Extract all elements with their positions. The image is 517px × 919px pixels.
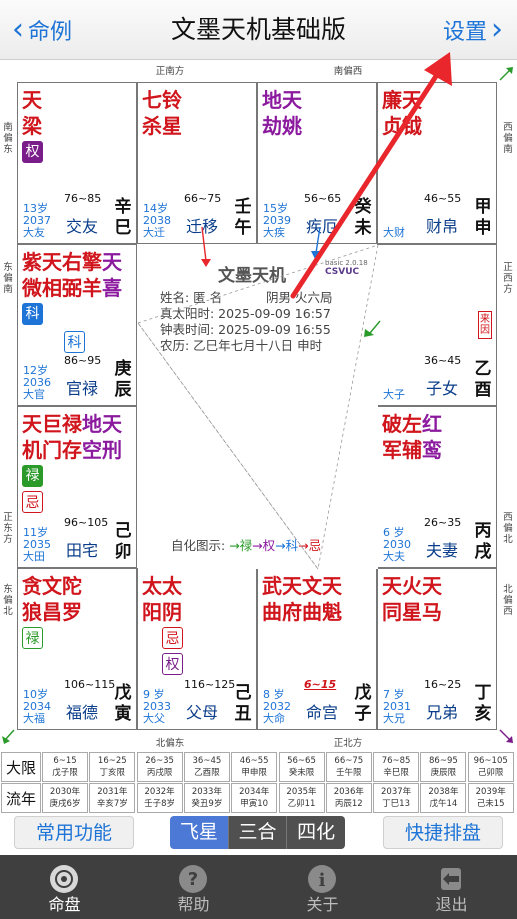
daxian-cell-line: 庚辰限	[430, 768, 457, 778]
daxian-cell-line: 26~35	[145, 756, 174, 766]
daxian-cell-line: 56~65	[287, 756, 316, 766]
daxian-cell-line: 乙酉限	[194, 768, 220, 778]
common-functions-button[interactable]: 常用功能	[14, 816, 134, 849]
daxian-cell-line: 86~95	[429, 756, 458, 766]
liunian-cell-line: 2030年	[49, 787, 81, 797]
daxian-cell-line: 36~45	[192, 756, 222, 766]
daxian-cell-line: 66~75	[334, 756, 364, 766]
daxian-cell[interactable]: 66~75 壬午限	[325, 752, 372, 782]
daxian-cell-line: 壬午限	[336, 768, 362, 778]
quick-chart-button[interactable]: 快捷排盘	[383, 816, 503, 849]
liunian-cell-line: 2037年	[381, 787, 412, 797]
help-icon: ?	[179, 865, 207, 893]
daxian-cell[interactable]: 56~65 癸未限	[278, 752, 325, 782]
daxian-cell[interactable]: 36~45 乙酉限	[183, 752, 230, 782]
liunian-cell-line: 庚戌6岁	[49, 799, 81, 809]
daxian-cell[interactable]: 16~25 丁亥限	[89, 752, 136, 782]
info-icon: i	[308, 865, 336, 893]
fortune-table: 大限 流年 6~15 戊子限 16~25 丁亥限 26~35 丙戌限 36~45 乙酉限 46~…	[1, 752, 516, 814]
daxian-cell[interactable]: 6~15 戊子限	[42, 752, 88, 782]
liunian-cell-line: 丙辰12	[334, 799, 363, 809]
liunian-cell[interactable]: 2034年甲寅10	[231, 783, 278, 813]
seg-feixing[interactable]: 飞星	[170, 816, 229, 849]
daxian-cell-line: 96~105	[473, 756, 508, 766]
tab-label: 退出	[435, 895, 468, 914]
disc-icon	[50, 865, 78, 893]
liunian-cell[interactable]: 2031年辛亥7岁	[89, 783, 136, 813]
liunian-cell-line: 辛亥7岁	[96, 799, 128, 809]
daxian-cell-line: 癸未限	[288, 768, 315, 778]
daxian-cell-line: 76~85	[381, 756, 411, 766]
liunian-cell-line: 2039年	[475, 787, 506, 797]
liunian-cell-line: 甲寅10	[240, 799, 269, 809]
liunian-cell[interactable]: 2036年丙辰12	[325, 783, 372, 813]
tab-mingpan[interactable]: 命盘	[0, 855, 129, 919]
tab-exit[interactable]: 退出	[387, 855, 516, 919]
chart-mode-segment: 飞星 三合 四化	[170, 816, 345, 849]
daxian-cell-line: 己卯限	[477, 768, 504, 778]
liunian-cell[interactable]: 2035年乙卯11	[278, 783, 325, 813]
liunian-cell-line: 乙卯11	[287, 799, 316, 809]
liunian-cell-line: 戊午14	[429, 799, 458, 809]
liunian-cell-line: 癸丑9岁	[191, 799, 223, 809]
liunian-cell[interactable]: 2033年癸丑9岁	[183, 783, 230, 813]
liunian-cell-line: 2038年	[428, 787, 459, 797]
liunian-cell[interactable]: 2038年戊午14	[420, 783, 467, 813]
svg-text:i: i	[319, 870, 326, 891]
daxian-cell-line: 16~25	[97, 756, 127, 766]
liunian-cell-line: 丁巳13	[382, 799, 410, 809]
liunian-cell-line: 2033年	[191, 787, 222, 797]
exit-icon	[441, 868, 461, 890]
tab-label: 帮助	[177, 895, 210, 914]
daxian-cell-line: 辛巳限	[383, 768, 409, 778]
tab-label: 关于	[306, 895, 339, 914]
tab-about[interactable]: i 关于	[258, 855, 387, 919]
seg-sihua[interactable]: 四化	[287, 816, 345, 849]
tab-label: 命盘	[48, 895, 81, 914]
liunian-cell-line: 2034年	[239, 787, 270, 797]
svg-text:?: ?	[188, 869, 198, 890]
function-toolbar: 常用功能 飞星 三合 四化 快捷排盘	[0, 814, 517, 854]
liunian-cell-line: 2031年	[97, 787, 128, 797]
liunian-cell-line: 壬子8岁	[144, 799, 176, 809]
liunian-cell-line: 2036年	[333, 787, 364, 797]
liunian-cell-line: 2035年	[286, 787, 317, 797]
daxian-cell-line: 6~15	[53, 756, 77, 766]
liunian-label: 流年	[1, 783, 41, 813]
seg-sanhe[interactable]: 三合	[228, 816, 288, 849]
daxian-cell[interactable]: 46~55 甲申限	[231, 752, 278, 782]
daxian-cell[interactable]: 96~105 己卯限	[467, 752, 514, 782]
daxian-cell[interactable]: 26~35 丙戌限	[136, 752, 183, 782]
daxian-cell[interactable]: 86~95 庚辰限	[420, 752, 467, 782]
daxian-cell-line: 甲申限	[241, 768, 267, 778]
daxian-cell-line: 丙戌限	[146, 768, 173, 778]
liunian-cell-line: 2032年	[144, 787, 175, 797]
daxian-label: 大限	[1, 752, 41, 782]
tab-bar: 命盘 ? 帮助 i 关于 退出	[0, 855, 517, 919]
daxian-cell-line: 丁亥限	[99, 768, 126, 778]
daxian-cell[interactable]: 76~85 辛巳限	[373, 752, 420, 782]
tab-help[interactable]: ? 帮助	[129, 855, 258, 919]
daxian-cell-line: 戊子限	[52, 768, 78, 778]
liunian-cell[interactable]: 2037年丁巳13	[373, 783, 420, 813]
liunian-cell[interactable]: 2039年己未15	[467, 783, 514, 813]
liunian-cell[interactable]: 2032年壬子8岁	[136, 783, 183, 813]
daxian-cell-line: 46~55	[239, 756, 269, 766]
liunian-cell-line: 己未15	[476, 799, 505, 809]
liunian-cell[interactable]: 2030年庚戌6岁	[42, 783, 88, 813]
